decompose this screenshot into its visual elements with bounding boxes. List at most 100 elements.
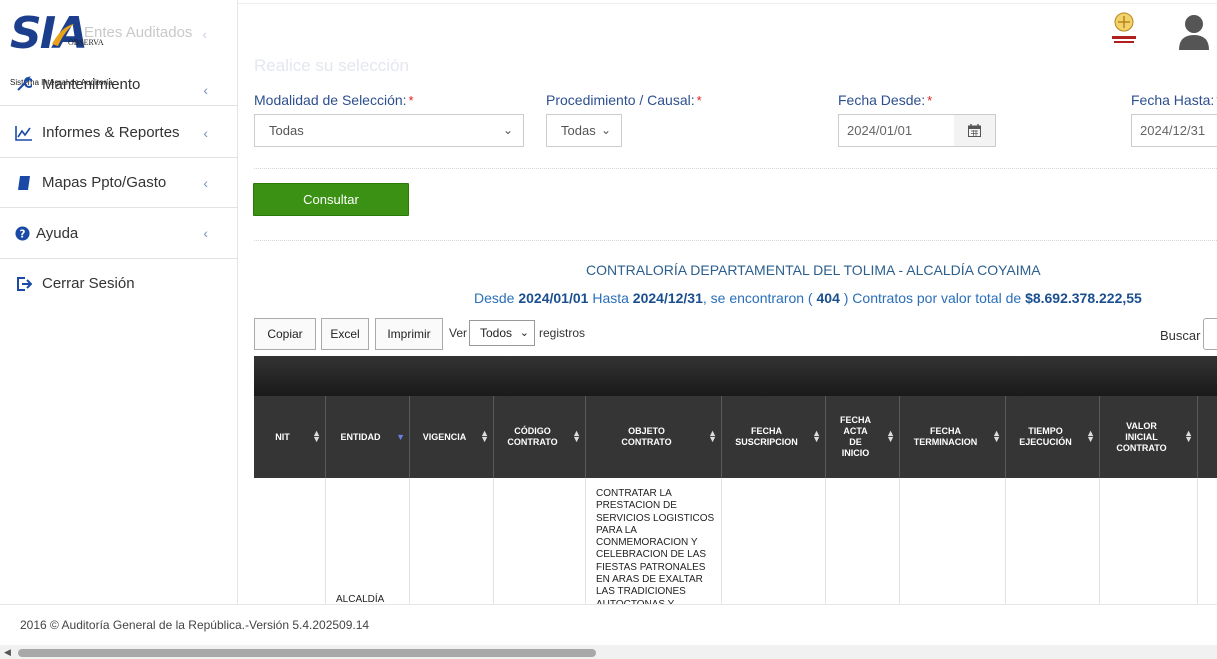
copiar-button[interactable]: Copiar bbox=[254, 318, 316, 350]
scroll-left-icon[interactable]: ◀ bbox=[4, 647, 11, 658]
procedimiento-value: Todas bbox=[561, 123, 596, 138]
th-valor-inicial[interactable]: VALOR INICIAL CONTRATO ▲ ▼ bbox=[1100, 396, 1198, 478]
modalidad-label: Modalidad de Selección: * bbox=[254, 92, 414, 108]
results-title: CONTRALORÍA DEPARTAMENTAL DEL TOLIMA - A… bbox=[586, 262, 1041, 278]
selection-hint: Realice su selección bbox=[254, 56, 409, 75]
th-entidad[interactable]: ENTIDAD ▼ bbox=[326, 396, 410, 478]
sort-icon: ▲ ▼ bbox=[812, 428, 821, 444]
sidebar-item-mantenimiento[interactable]: Mantenimiento ‹ bbox=[0, 62, 238, 106]
cell-objeto: CONTRATAR LA PRESTACION DE SERVICIOS LOG… bbox=[596, 488, 715, 622]
book-icon bbox=[14, 174, 34, 192]
sort-icon: ▲ ▼ bbox=[480, 428, 489, 444]
fecha-desde-label-text: Fecha Desde: bbox=[838, 92, 926, 108]
sort-icon: ▲ ▼ bbox=[708, 428, 717, 444]
chevron-left-icon: ‹ bbox=[203, 124, 208, 141]
user-avatar-icon[interactable] bbox=[1178, 14, 1210, 50]
fecha-desde-input[interactable]: 2024/01/01 bbox=[838, 114, 955, 147]
sidebar-item-label: Mantenimiento bbox=[42, 76, 141, 93]
page-length-select[interactable]: Todos ⌄ bbox=[469, 320, 535, 346]
header-label: ENTIDAD bbox=[340, 431, 381, 442]
fecha-hasta-input[interactable]: 2024/12/31 bbox=[1131, 114, 1217, 147]
sidebar-item-label: Mapas Ppto/Gasto bbox=[42, 174, 167, 191]
calendar-icon bbox=[968, 124, 981, 137]
sidebar-item-cerrar-sesion[interactable]: Cerrar Sesión bbox=[0, 258, 238, 308]
th-tiempo-ejecucion[interactable]: TIEMPO EJECUCIÓN ▲ ▼ bbox=[1006, 396, 1100, 478]
summary-text: Hasta bbox=[588, 290, 633, 306]
logo-tagline: OBSERVA bbox=[68, 38, 104, 47]
modalidad-label-text: Modalidad de Selección: bbox=[254, 92, 407, 108]
th-codigo-contrato[interactable]: CÓDIGO CONTRATO ▲ ▼ bbox=[494, 396, 586, 478]
search-input[interactable] bbox=[1203, 318, 1217, 350]
consultar-button[interactable]: Consultar bbox=[253, 183, 409, 216]
registros-label: registros bbox=[539, 326, 586, 340]
chevron-down-icon: ⌄ bbox=[600, 123, 611, 137]
header-label: FECHA ACTA DE INICIO bbox=[840, 415, 871, 458]
sort-icon: ▲ ▼ bbox=[312, 428, 321, 444]
modalidad-value: Todas bbox=[269, 123, 304, 138]
sidebar-item-informes[interactable]: Informes & Reportes ‹ bbox=[0, 108, 238, 158]
summary-hasta: 2024/12/31 bbox=[632, 290, 703, 306]
chevron-left-icon: ‹ bbox=[203, 82, 208, 98]
divider bbox=[254, 240, 1217, 241]
footer-text: 2016 © Auditoría General de la República… bbox=[20, 618, 370, 632]
chevron-left-icon: ‹ bbox=[202, 26, 207, 42]
imprimir-button[interactable]: Imprimir bbox=[375, 318, 443, 350]
sidebar-item-label: Ayuda bbox=[36, 224, 79, 242]
fecha-hasta-label-text: Fecha Hasta: bbox=[1131, 92, 1215, 108]
chevron-left-icon: ‹ bbox=[203, 225, 208, 241]
th-vigencia[interactable]: VIGENCIA ▲ ▼ bbox=[410, 396, 494, 478]
top-bar bbox=[238, 0, 1217, 4]
results-summary: Desde 2024/01/01 Hasta 2024/12/31, se en… bbox=[474, 290, 1142, 306]
sidebar-item-label: Cerrar Sesión bbox=[42, 275, 135, 292]
calendar-button[interactable] bbox=[954, 114, 996, 147]
required-mark: * bbox=[696, 93, 702, 108]
chart-line-icon bbox=[14, 124, 34, 142]
procedimiento-label: Procedimiento / Causal: * bbox=[546, 92, 702, 108]
header-label: FECHA SUSCRIPCION bbox=[735, 426, 798, 447]
th-nit[interactable]: NIT ▲ ▼ bbox=[254, 396, 326, 478]
sort-desc-icon: ▼ bbox=[396, 432, 405, 442]
th-objeto-contrato[interactable]: OBJETO CONTRATO ▲ ▼ bbox=[586, 396, 722, 478]
question-circle-icon: ? bbox=[14, 224, 30, 242]
sidebar-item-mapas[interactable]: Mapas Ppto/Gasto ‹ bbox=[0, 158, 238, 208]
chevron-down-icon: ⌄ bbox=[519, 327, 529, 339]
summary-count: 404 bbox=[816, 290, 840, 306]
header-label: OBJETO CONTRATO bbox=[621, 426, 672, 447]
th-fecha-terminacion[interactable]: FECHA TERMINACION ▲ ▼ bbox=[900, 396, 1006, 478]
header-label: NIT bbox=[275, 431, 290, 442]
procedimiento-select[interactable]: Todas ⌄ bbox=[546, 114, 622, 147]
chevron-down-icon: ⌄ bbox=[502, 123, 513, 137]
summary-text: , se encontraron ( bbox=[702, 290, 817, 306]
page-length-value: Todos bbox=[480, 326, 513, 340]
sign-out-icon bbox=[14, 275, 34, 293]
summary-text: ) Contratos por valor total de bbox=[839, 290, 1026, 306]
procedimiento-label-text: Procedimiento / Causal: bbox=[546, 92, 695, 108]
sort-icon: ▲ ▼ bbox=[1184, 428, 1193, 444]
header-label: VALOR INICIAL CONTRATO bbox=[1116, 420, 1167, 453]
required-mark: * bbox=[408, 93, 414, 108]
header-label: FECHA TERMINACION bbox=[913, 426, 978, 447]
excel-button[interactable]: Excel bbox=[321, 318, 369, 350]
contraloria-seal-icon bbox=[1112, 12, 1136, 43]
svg-text:?: ? bbox=[19, 228, 25, 240]
wrench-icon bbox=[14, 75, 34, 93]
ver-label: Ver bbox=[449, 326, 468, 340]
header-label: CÓDIGO CONTRATO bbox=[507, 426, 558, 447]
sort-icon: ▲ ▼ bbox=[1086, 428, 1095, 444]
summary-desde: 2024/01/01 bbox=[518, 290, 589, 306]
sidebar-item-ayuda[interactable]: ? Ayuda ‹ bbox=[0, 208, 238, 258]
header-label: TIEMPO EJECUCIÓN bbox=[1019, 426, 1072, 447]
th-fecha-acta-inicio[interactable]: FECHA ACTA DE INICIO ▲ ▼ bbox=[826, 396, 900, 478]
scrollbar-thumb[interactable] bbox=[18, 649, 596, 657]
table-caption-bar bbox=[254, 356, 1217, 396]
fecha-hasta-label: Fecha Hasta:* bbox=[1131, 92, 1217, 108]
th-fecha-suscripcion[interactable]: FECHA SUSCRIPCION ▲ ▼ bbox=[722, 396, 826, 478]
summary-total: $8.692.378.222,55 bbox=[1025, 290, 1142, 306]
divider bbox=[254, 168, 1217, 169]
chevron-left-icon: ‹ bbox=[203, 174, 208, 191]
fecha-desde-label: Fecha Desde: * bbox=[838, 92, 932, 108]
modalidad-select[interactable]: Todas ⌄ bbox=[254, 114, 524, 147]
sort-icon: ▲ ▼ bbox=[992, 428, 1001, 444]
sort-icon: ▲ ▼ bbox=[572, 428, 581, 444]
required-mark: * bbox=[927, 93, 933, 108]
